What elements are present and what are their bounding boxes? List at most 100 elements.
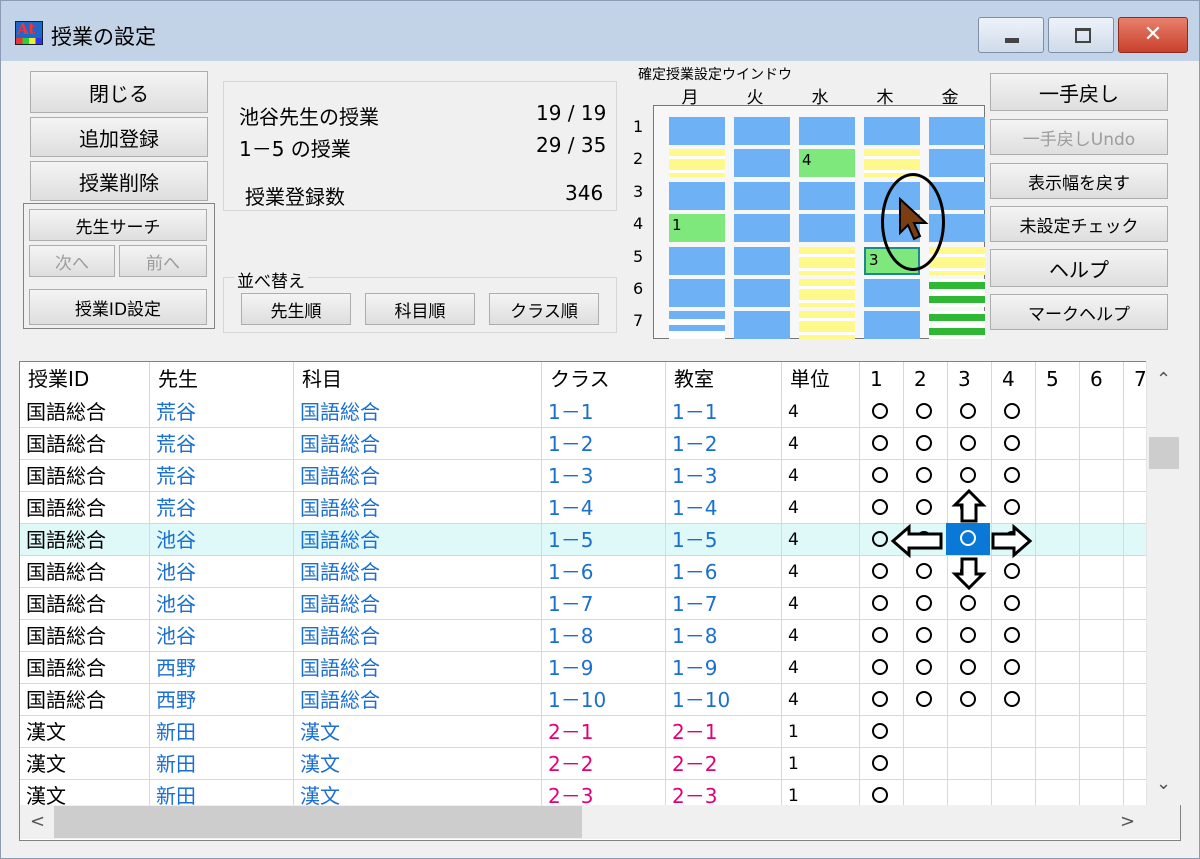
column-header[interactable]: クラス bbox=[542, 362, 666, 396]
period-slot-cell[interactable] bbox=[948, 748, 992, 779]
timetable-cell[interactable] bbox=[734, 311, 790, 339]
table-row[interactable]: 漢文 新田 漢文 2－1 2－1 1 bbox=[20, 716, 1164, 748]
period-slot-cell[interactable] bbox=[904, 428, 948, 459]
period-slot-cell[interactable] bbox=[860, 748, 904, 779]
period-slot-cell[interactable] bbox=[904, 748, 948, 779]
period-slot-cell[interactable] bbox=[1036, 716, 1080, 747]
next-button[interactable]: 次へ bbox=[29, 245, 115, 277]
period-slot-cell[interactable] bbox=[1036, 492, 1080, 523]
timetable-cell[interactable] bbox=[864, 311, 920, 339]
horizontal-scrollbar[interactable]: < > bbox=[20, 805, 1180, 839]
timetable-cell[interactable] bbox=[929, 279, 985, 307]
table-row[interactable]: 国語総合 池谷 国語総合 1－8 1－8 4 bbox=[20, 620, 1164, 652]
column-header[interactable]: 先生 bbox=[150, 362, 294, 396]
unset-check-button[interactable]: 未設定チェック bbox=[990, 206, 1168, 242]
vertical-scrollbar[interactable]: ⌃ ⌄ bbox=[1146, 361, 1181, 805]
reset-width-button[interactable]: 表示幅を戻す bbox=[990, 163, 1168, 199]
column-header[interactable]: 1 bbox=[860, 362, 904, 396]
period-slot-cell[interactable] bbox=[992, 396, 1036, 427]
timetable-cell[interactable] bbox=[864, 279, 920, 307]
timetable-cell[interactable] bbox=[799, 279, 855, 307]
timetable-cell[interactable] bbox=[799, 247, 855, 275]
timetable-cell[interactable] bbox=[929, 311, 985, 339]
period-slot-cell[interactable] bbox=[1080, 556, 1124, 587]
timetable-cell[interactable]: 1 bbox=[669, 214, 725, 242]
delete-lesson-button[interactable]: 授業削除 bbox=[30, 161, 208, 201]
table-row[interactable]: 国語総合 荒谷 国語総合 1－2 1－2 4 bbox=[20, 428, 1164, 460]
timetable-cell[interactable] bbox=[669, 117, 725, 145]
timetable-cell[interactable] bbox=[799, 117, 855, 145]
period-slot-cell[interactable] bbox=[992, 716, 1036, 747]
timetable-cell[interactable] bbox=[799, 182, 855, 210]
period-slot-cell[interactable] bbox=[860, 620, 904, 651]
timetable-cell[interactable] bbox=[669, 311, 725, 339]
period-slot-cell[interactable] bbox=[992, 620, 1036, 651]
maximize-button[interactable] bbox=[1048, 17, 1114, 53]
period-slot-cell[interactable] bbox=[1036, 524, 1080, 555]
column-header[interactable]: 3 bbox=[948, 362, 992, 396]
table-row[interactable]: 国語総合 西野 国語総合 1－9 1－9 4 bbox=[20, 652, 1164, 684]
period-slot-cell[interactable] bbox=[992, 428, 1036, 459]
period-slot-cell[interactable] bbox=[904, 684, 948, 715]
period-slot-cell[interactable] bbox=[1080, 492, 1124, 523]
timetable-cell[interactable] bbox=[734, 247, 790, 275]
period-slot-cell[interactable] bbox=[1080, 716, 1124, 747]
period-slot-cell[interactable] bbox=[904, 716, 948, 747]
period-slot-cell[interactable] bbox=[860, 652, 904, 683]
period-slot-cell[interactable] bbox=[904, 620, 948, 651]
close-button[interactable]: 閉じる bbox=[30, 71, 208, 113]
period-slot-cell[interactable] bbox=[992, 748, 1036, 779]
period-slot-cell[interactable] bbox=[1080, 748, 1124, 779]
sort-by-subject-button[interactable]: 科目順 bbox=[365, 293, 475, 325]
mark-help-button[interactable]: マークヘルプ bbox=[990, 294, 1168, 330]
sort-by-teacher-button[interactable]: 先生順 bbox=[241, 293, 351, 325]
timetable-cell[interactable] bbox=[799, 214, 855, 242]
period-slot-cell[interactable] bbox=[1080, 684, 1124, 715]
period-slot-cell[interactable] bbox=[992, 652, 1036, 683]
column-header[interactable]: 4 bbox=[992, 362, 1036, 396]
undo-button[interactable]: 一手戻し bbox=[990, 73, 1168, 111]
period-slot-cell[interactable] bbox=[1036, 748, 1080, 779]
period-slot-cell[interactable] bbox=[1036, 460, 1080, 491]
period-slot-cell[interactable] bbox=[860, 716, 904, 747]
period-slot-cell[interactable] bbox=[1036, 620, 1080, 651]
table-row[interactable]: 国語総合 荒谷 国語総合 1－1 1－1 4 bbox=[20, 396, 1164, 428]
column-header[interactable]: 教室 bbox=[666, 362, 782, 396]
period-slot-cell[interactable] bbox=[1080, 524, 1124, 555]
column-header[interactable]: 授業ID bbox=[20, 362, 150, 396]
timetable-cell[interactable] bbox=[669, 149, 725, 177]
table-row[interactable]: 国語総合 西野 国語総合 1－10 1－10 4 bbox=[20, 684, 1164, 716]
period-slot-cell[interactable] bbox=[1036, 588, 1080, 619]
period-slot-cell[interactable] bbox=[1080, 428, 1124, 459]
period-slot-cell[interactable] bbox=[948, 620, 992, 651]
period-slot-cell[interactable] bbox=[860, 428, 904, 459]
help-button[interactable]: ヘルプ bbox=[990, 249, 1168, 287]
scroll-up-icon[interactable]: ⌃ bbox=[1156, 369, 1171, 390]
lesson-table[interactable]: 授業ID 先生 科目 クラス 教室 単位 1 2 3 4 5 6 7 国語総合 荒谷 国語総合 1－1 1－1 4… bbox=[19, 361, 1181, 841]
period-slot-cell[interactable] bbox=[1080, 396, 1124, 427]
period-slot-cell[interactable] bbox=[1080, 460, 1124, 491]
column-header[interactable]: 6 bbox=[1080, 362, 1124, 396]
period-slot-cell[interactable] bbox=[1036, 556, 1080, 587]
scroll-right-icon[interactable]: > bbox=[1120, 811, 1135, 832]
period-slot-cell[interactable] bbox=[904, 396, 948, 427]
period-slot-cell[interactable] bbox=[1080, 652, 1124, 683]
period-slot-cell[interactable] bbox=[1036, 652, 1080, 683]
title-bar[interactable]: At 授業の設定 ✕ bbox=[1, 1, 1199, 61]
undo-undo-button[interactable]: 一手戻しUndo bbox=[990, 119, 1168, 155]
period-slot-cell[interactable] bbox=[1036, 396, 1080, 427]
vertical-scroll-thumb[interactable] bbox=[1149, 437, 1179, 469]
column-header[interactable]: 5 bbox=[1036, 362, 1080, 396]
column-header[interactable]: 科目 bbox=[294, 362, 542, 396]
timetable-cell[interactable] bbox=[864, 117, 920, 145]
timetable-cell[interactable] bbox=[669, 279, 725, 307]
period-slot-cell[interactable] bbox=[948, 716, 992, 747]
timetable-cell[interactable] bbox=[734, 182, 790, 210]
teacher-search-button[interactable]: 先生サーチ bbox=[29, 209, 207, 241]
column-header[interactable]: 単位 bbox=[782, 362, 860, 396]
lesson-id-setting-button[interactable]: 授業ID設定 bbox=[29, 289, 207, 325]
period-slot-cell[interactable] bbox=[948, 396, 992, 427]
timetable-cell[interactable] bbox=[734, 149, 790, 177]
close-window-button[interactable]: ✕ bbox=[1118, 17, 1188, 53]
period-slot-cell[interactable] bbox=[860, 684, 904, 715]
